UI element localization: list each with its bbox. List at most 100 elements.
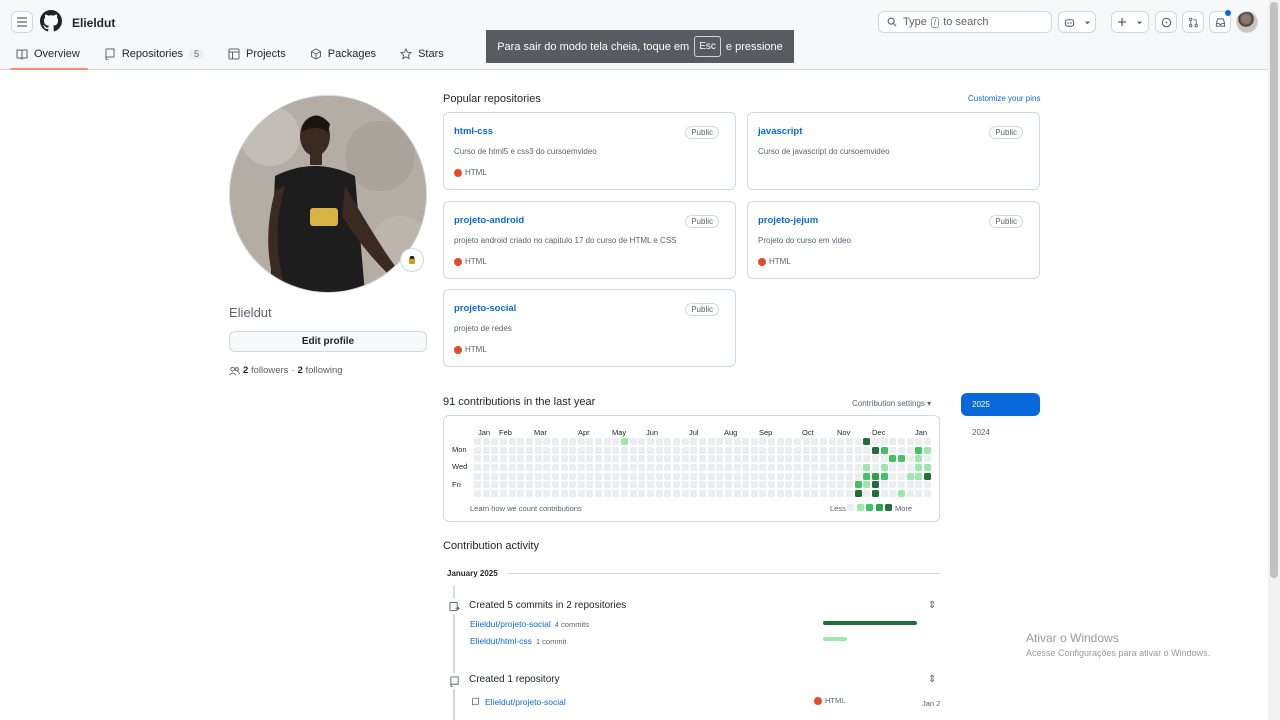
contribution-day-cell[interactable] (707, 463, 715, 471)
contribution-day-cell[interactable] (638, 463, 646, 471)
contribution-day-cell[interactable] (577, 438, 585, 445)
collapse-icon[interactable]: ⇕ (928, 600, 936, 611)
contribution-day-cell[interactable] (906, 472, 914, 480)
contribution-day-cell[interactable] (889, 455, 897, 463)
contribution-day-cell[interactable] (880, 446, 888, 454)
contribution-day-cell[interactable] (586, 446, 594, 454)
contribution-day-cell[interactable] (794, 463, 802, 471)
contribution-day-cell[interactable] (638, 438, 646, 445)
contribution-day-cell[interactable] (551, 481, 559, 489)
contribution-day-cell[interactable] (612, 455, 620, 463)
contribution-day-cell[interactable] (923, 472, 931, 480)
contribution-day-cell[interactable] (655, 446, 663, 454)
contribution-day-cell[interactable] (482, 481, 490, 489)
contribution-day-cell[interactable] (569, 446, 577, 454)
contribution-day-cell[interactable] (569, 489, 577, 497)
contribution-day-cell[interactable] (724, 455, 732, 463)
contribution-day-cell[interactable] (880, 455, 888, 463)
tab-repositories[interactable]: Repositories 5 (96, 40, 212, 68)
contribution-day-cell[interactable] (482, 438, 490, 445)
contribution-day-cell[interactable] (603, 438, 611, 445)
contribution-day-cell[interactable] (621, 481, 629, 489)
contribution-day-cell[interactable] (612, 481, 620, 489)
contribution-day-cell[interactable] (768, 481, 776, 489)
contribution-day-cell[interactable] (551, 438, 559, 445)
contribution-day-cell[interactable] (569, 481, 577, 489)
contribution-day-cell[interactable] (534, 438, 542, 445)
contribution-day-cell[interactable] (672, 446, 680, 454)
tab-overview[interactable]: Overview (8, 40, 88, 70)
contribution-day-cell[interactable] (499, 463, 507, 471)
contribution-day-cell[interactable] (854, 446, 862, 454)
contribution-day-cell[interactable] (854, 455, 862, 463)
contribution-day-cell[interactable] (655, 438, 663, 445)
contribution-day-cell[interactable] (474, 438, 481, 445)
contribution-day-cell[interactable] (672, 481, 680, 489)
contribution-day-cell[interactable] (716, 489, 724, 497)
contribution-day-cell[interactable] (647, 446, 654, 454)
contribution-day-cell[interactable] (733, 472, 741, 480)
contribution-day-cell[interactable] (707, 446, 715, 454)
contribution-day-cell[interactable] (845, 438, 853, 445)
contribution-settings-button[interactable]: Contribution settings ▾ (852, 399, 931, 408)
contribution-day-cell[interactable] (724, 472, 732, 480)
contribution-day-cell[interactable] (871, 455, 879, 463)
contribution-day-cell[interactable] (629, 481, 637, 489)
contribution-day-cell[interactable] (517, 472, 525, 480)
contribution-day-cell[interactable] (915, 489, 923, 497)
contribution-day-cell[interactable] (534, 481, 542, 489)
contribution-day-cell[interactable] (811, 438, 819, 445)
contribution-day-cell[interactable] (785, 455, 793, 463)
contribution-day-cell[interactable] (664, 472, 672, 480)
contribution-day-cell[interactable] (724, 438, 732, 445)
contribution-day-cell[interactable] (499, 446, 507, 454)
contribution-day-cell[interactable] (491, 446, 499, 454)
contribution-day-cell[interactable] (647, 455, 654, 463)
contribution-day-cell[interactable] (664, 438, 672, 445)
contribution-day-cell[interactable] (733, 489, 741, 497)
contribution-day-cell[interactable] (499, 438, 507, 445)
contribution-day-cell[interactable] (577, 455, 585, 463)
contribution-day-cell[interactable] (923, 455, 931, 463)
contribution-day-cell[interactable] (560, 446, 568, 454)
contribution-day-cell[interactable] (647, 438, 654, 445)
new-repo-link[interactable]: Elieldut/projeto-social (485, 697, 566, 707)
contribution-day-cell[interactable] (629, 489, 637, 497)
contribution-day-cell[interactable] (474, 463, 481, 471)
contribution-day-cell[interactable] (672, 438, 680, 445)
repo-created-summary[interactable]: Created 1 repository (469, 674, 560, 685)
contribution-day-cell[interactable] (647, 489, 654, 497)
contribution-day-cell[interactable] (785, 481, 793, 489)
contribution-day-cell[interactable] (716, 481, 724, 489)
contribution-day-cell[interactable] (742, 455, 750, 463)
contribution-day-cell[interactable] (845, 481, 853, 489)
contribution-day-cell[interactable] (742, 463, 750, 471)
contribution-day-cell[interactable] (794, 446, 802, 454)
contribution-day-cell[interactable] (716, 455, 724, 463)
contribution-day-cell[interactable] (698, 481, 706, 489)
contribution-day-cell[interactable] (508, 481, 516, 489)
contribution-day-cell[interactable] (759, 481, 767, 489)
contribution-day-cell[interactable] (612, 472, 620, 480)
contribution-day-cell[interactable] (655, 472, 663, 480)
contribution-day-cell[interactable] (733, 455, 741, 463)
contribution-day-cell[interactable] (629, 455, 637, 463)
contribution-day-cell[interactable] (638, 489, 646, 497)
contribution-day-cell[interactable] (525, 472, 533, 480)
contribution-day-cell[interactable] (517, 455, 525, 463)
repo-name-link[interactable]: projeto-android (454, 215, 524, 226)
set-status-button[interactable] (400, 248, 424, 272)
commit-repo-link[interactable]: Elieldut/html-css 1 commit (470, 636, 566, 646)
contribution-day-cell[interactable] (638, 455, 646, 463)
contribution-day-cell[interactable] (854, 463, 862, 471)
contribution-day-cell[interactable] (698, 472, 706, 480)
contribution-day-cell[interactable] (811, 455, 819, 463)
github-logo-icon[interactable] (40, 10, 62, 32)
contribution-day-cell[interactable] (560, 472, 568, 480)
contribution-day-cell[interactable] (863, 438, 871, 445)
contribution-day-cell[interactable] (776, 455, 784, 463)
contribution-day-cell[interactable] (759, 455, 767, 463)
contribution-day-cell[interactable] (863, 489, 871, 497)
contribution-day-cell[interactable] (759, 446, 767, 454)
contribution-day-cell[interactable] (742, 446, 750, 454)
